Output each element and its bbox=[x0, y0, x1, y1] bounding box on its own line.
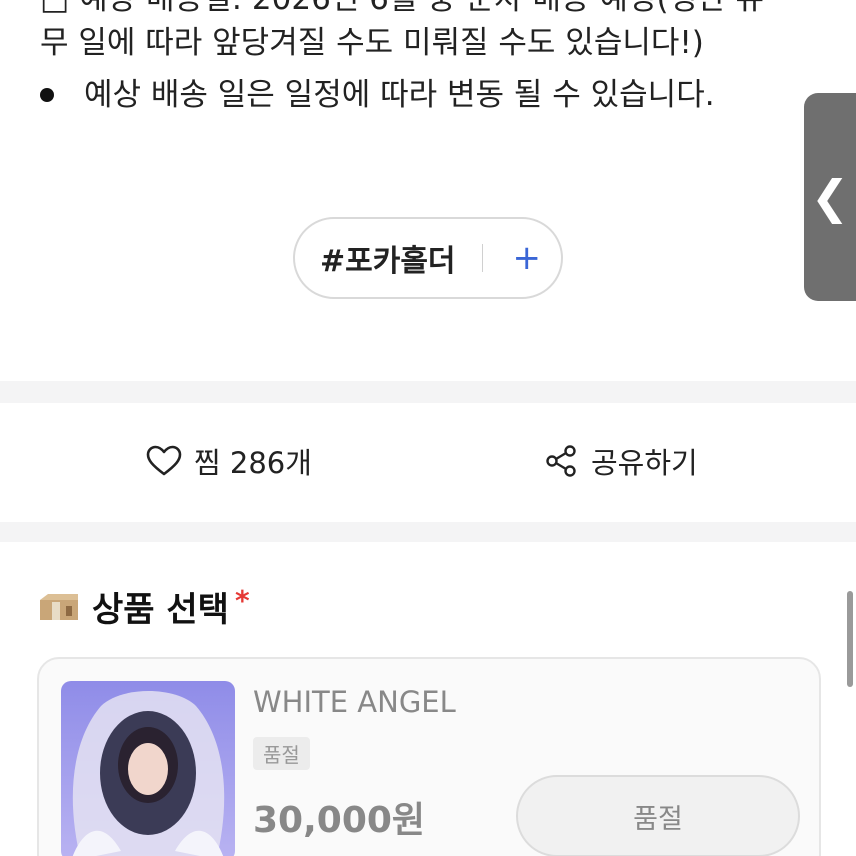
share-button[interactable]: 공유하기 bbox=[545, 440, 698, 482]
product-name: WHITE ANGEL bbox=[253, 685, 456, 719]
add-tag-icon[interactable]: + bbox=[513, 241, 542, 275]
like-button[interactable]: 찜 286개 bbox=[146, 440, 312, 482]
bullet-dot-icon bbox=[40, 88, 54, 102]
description-line-1: □ 예상 배송일: 2026년 6월 중 순차 배송 예정(생산 유 bbox=[40, 0, 764, 20]
description-bullet: 예상 배송 일은 일정에 따라 변동 될 수 있습니다. bbox=[40, 74, 715, 116]
scrollbar[interactable] bbox=[847, 591, 853, 687]
tag-divider bbox=[481, 244, 483, 272]
bullet-text: 예상 배송 일은 일정에 따라 변동 될 수 있습니다. bbox=[84, 77, 715, 113]
soldout-button[interactable]: 품절 bbox=[516, 775, 800, 856]
description-line-2: 무 일에 따라 앞당겨질 수도 미뤄질 수도 있습니다!) bbox=[40, 25, 704, 61]
like-count: 찜 286개 bbox=[194, 446, 312, 480]
tag-chip[interactable]: #포카홀더 + bbox=[293, 217, 563, 299]
share-icon bbox=[546, 445, 576, 477]
product-price: 30,000원 bbox=[253, 800, 426, 841]
required-asterisk: * bbox=[234, 584, 250, 617]
heart-icon bbox=[146, 445, 182, 476]
product-option-card[interactable]: WHITE ANGEL 품절 30,000원 품절 bbox=[37, 657, 821, 856]
product-select-header: 상품 선택 * bbox=[38, 582, 250, 631]
tag-label[interactable]: #포카홀더 bbox=[320, 236, 456, 280]
section-title: 상품 선택 bbox=[92, 590, 229, 630]
section-divider bbox=[0, 522, 856, 542]
share-label: 공유하기 bbox=[591, 446, 698, 480]
product-thumbnail bbox=[61, 681, 235, 856]
status-badge: 품절 bbox=[253, 737, 310, 770]
chevron-left-icon: ❮ bbox=[810, 170, 850, 224]
section-divider bbox=[0, 381, 856, 403]
box-icon bbox=[40, 593, 78, 620]
side-drawer-tab[interactable]: ❮ bbox=[804, 93, 856, 301]
